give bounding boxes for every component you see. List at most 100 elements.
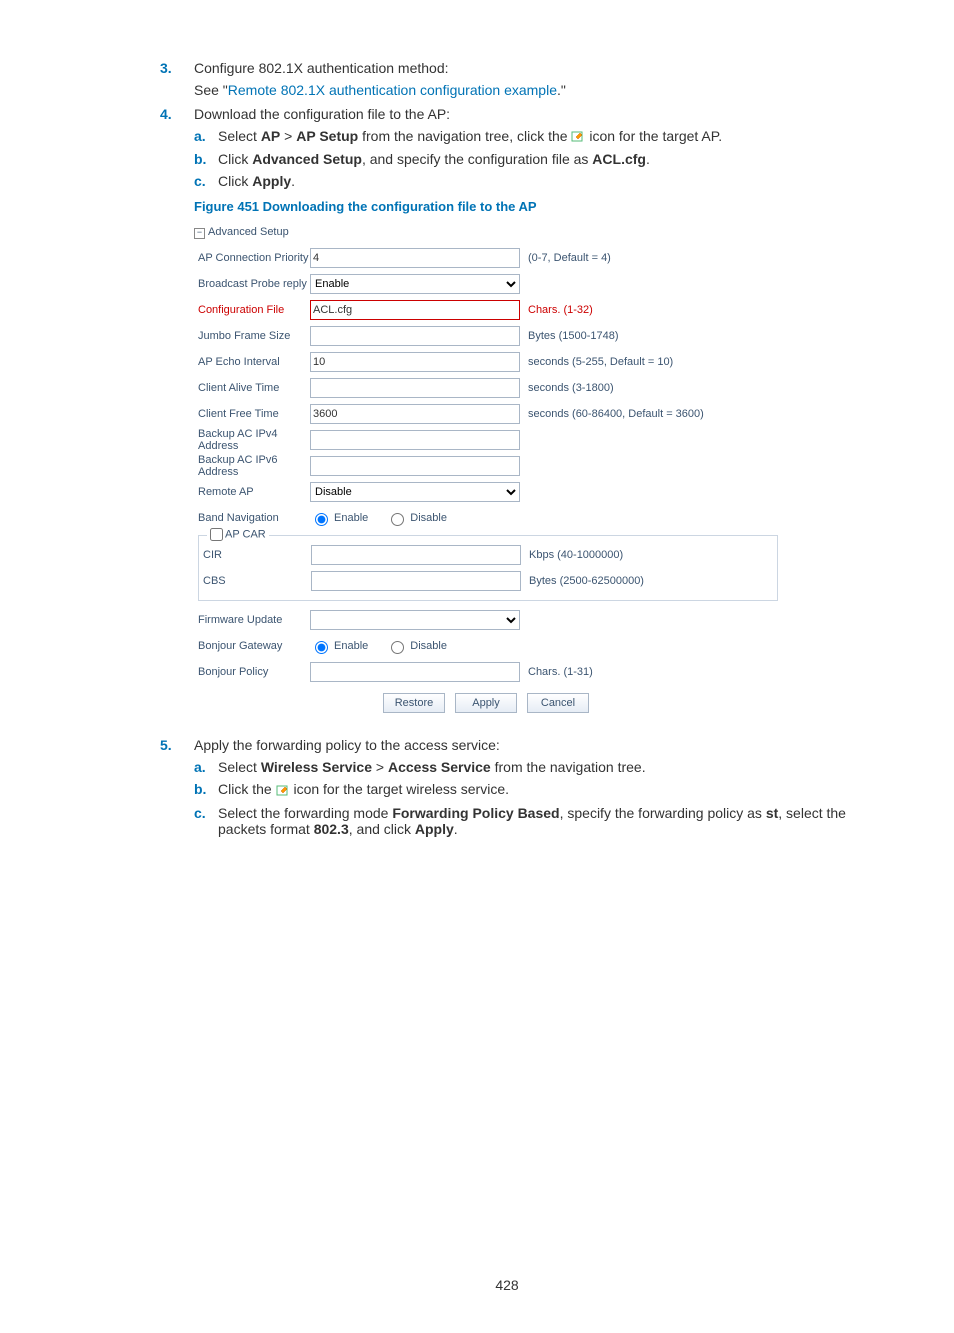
step5c-t2: , specify the forwarding policy as [560, 805, 766, 821]
step5c-t1: Select the forwarding mode [218, 805, 392, 821]
remote-auth-link[interactable]: Remote 802.1X authentication configurati… [228, 82, 557, 98]
step4b-body: Click Advanced Setup, and specify the co… [218, 151, 854, 167]
step3-num: 3. [160, 60, 194, 76]
band-enable-radio[interactable]: Enable [310, 510, 368, 526]
bgw-enable-radio[interactable]: Enable [310, 638, 368, 654]
collapse-icon[interactable]: − [194, 228, 205, 239]
step5a-t2: from the navigation tree. [491, 759, 646, 775]
edit-icon [276, 783, 290, 799]
step4-text: Download the configuration file to the A… [194, 106, 854, 122]
fw-label: Firmware Update [194, 614, 310, 626]
bcast-select[interactable]: Enable [310, 274, 520, 294]
cfgfile-input[interactable] [310, 300, 520, 320]
remote-label: Remote AP [194, 486, 310, 498]
ap-prio-label: AP Connection Priority [194, 252, 310, 264]
cir-label: CIR [199, 549, 311, 561]
step4a-t1: Select [218, 128, 261, 144]
bpol-hint: Chars. (1-31) [520, 666, 593, 678]
step5c-fp: Forwarding Policy Based [392, 805, 559, 821]
step4b-adv: Advanced Setup [252, 151, 362, 167]
apply-button[interactable]: Apply [455, 693, 517, 713]
bgw-disable-label: Disable [410, 640, 447, 652]
echo-hint: seconds (5-255, Default = 10) [520, 356, 673, 368]
step4a-letter: a. [194, 128, 218, 145]
cancel-button[interactable]: Cancel [527, 693, 589, 713]
calive-label: Client Alive Time [194, 382, 310, 394]
step4b-t2: , and specify the configuration file as [362, 151, 592, 167]
step5b-t1: Click the [218, 781, 276, 797]
step4c-t1: Click [218, 173, 252, 189]
step3-see: See "Remote 802.1X authentication config… [194, 82, 854, 98]
jumbo-label: Jumbo Frame Size [194, 330, 310, 342]
step5a-t1: Select [218, 759, 261, 775]
cbs-label: CBS [199, 575, 311, 587]
calive-input[interactable] [310, 378, 520, 398]
ap-prio-input[interactable] [310, 248, 520, 268]
step4b-acl: ACL.cfg [592, 151, 646, 167]
echo-label: AP Echo Interval [194, 356, 310, 368]
step4a-gt: > [280, 128, 296, 144]
step4a-t2: from the navigation tree, click the [358, 128, 571, 144]
bgw-label: Bonjour Gateway [194, 640, 310, 652]
remote-select[interactable]: Disable [310, 482, 520, 502]
fw-select[interactable] [310, 610, 520, 630]
band-disable-radio[interactable]: Disable [386, 510, 447, 526]
step4a-body: Select AP > AP Setup from the navigation… [218, 128, 854, 145]
step5c-st: st [766, 805, 778, 821]
ap-prio-hint: (0-7, Default = 4) [520, 252, 611, 264]
advanced-setup-panel: −Advanced Setup AP Connection Priority (… [194, 222, 778, 713]
step4-num: 4. [160, 106, 194, 122]
band-disable-label: Disable [410, 512, 447, 524]
step4b-letter: b. [194, 151, 218, 167]
jumbo-input[interactable] [310, 326, 520, 346]
step5-text: Apply the forwarding policy to the acces… [194, 737, 854, 753]
step4a-ap: AP [261, 128, 280, 144]
bpol-label: Bonjour Policy [194, 666, 310, 678]
step4b-t1: Click [218, 151, 252, 167]
band-enable-label: Enable [334, 512, 368, 524]
b4-input[interactable] [310, 430, 520, 450]
cbs-hint: Bytes (2500-62500000) [521, 575, 644, 587]
echo-input[interactable] [310, 352, 520, 372]
step5-num: 5. [160, 737, 194, 753]
cir-input[interactable] [311, 545, 521, 565]
step5c-letter: c. [194, 805, 218, 837]
step4c-t2: . [291, 173, 295, 189]
cbs-input[interactable] [311, 571, 521, 591]
step4a-setup: AP Setup [296, 128, 358, 144]
step4b-t3: . [646, 151, 650, 167]
panel-header-label: Advanced Setup [208, 226, 289, 238]
cfree-input[interactable] [310, 404, 520, 424]
b6-label: Backup AC IPv6 Address [194, 454, 310, 478]
bgw-enable-label: Enable [334, 640, 368, 652]
step4c-letter: c. [194, 173, 218, 189]
step5a-ws: Wireless Service [261, 759, 372, 775]
step3-see-pre: See " [194, 82, 228, 98]
step5c-t4: , and click [349, 821, 415, 837]
apcar-checkbox[interactable] [210, 528, 223, 541]
band-label: Band Navigation [194, 512, 310, 524]
b6-input[interactable] [310, 456, 520, 476]
cfree-label: Client Free Time [194, 408, 310, 420]
step3-see-post: ." [557, 82, 566, 98]
step5a-body: Select Wireless Service > Access Service… [218, 759, 854, 775]
restore-button[interactable]: Restore [383, 693, 445, 713]
cfgfile-label: Configuration File [194, 304, 310, 316]
cfree-hint: seconds (60-86400, Default = 3600) [520, 408, 704, 420]
step5b-t2: icon for the target wireless service. [290, 781, 509, 797]
step5b-body: Click the icon for the target wireless s… [218, 781, 854, 798]
apcar-legend-label: AP CAR [225, 529, 266, 541]
figure-caption: Figure 451 Downloading the configuration… [194, 199, 854, 214]
step5a-letter: a. [194, 759, 218, 775]
step5a-as: Access Service [388, 759, 491, 775]
bgw-disable-radio[interactable]: Disable [386, 638, 447, 654]
step5c-body: Select the forwarding mode Forwarding Po… [218, 805, 854, 837]
panel-header[interactable]: −Advanced Setup [194, 222, 778, 245]
bpol-input[interactable] [310, 662, 520, 682]
step3-text: Configure 802.1X authentication method: [194, 60, 854, 76]
b4-label: Backup AC IPv4 Address [194, 428, 310, 452]
step5b-letter: b. [194, 781, 218, 798]
step5a-gt: > [372, 759, 388, 775]
step4c-apply: Apply [252, 173, 291, 189]
apcar-legend[interactable]: AP CAR [207, 528, 269, 541]
